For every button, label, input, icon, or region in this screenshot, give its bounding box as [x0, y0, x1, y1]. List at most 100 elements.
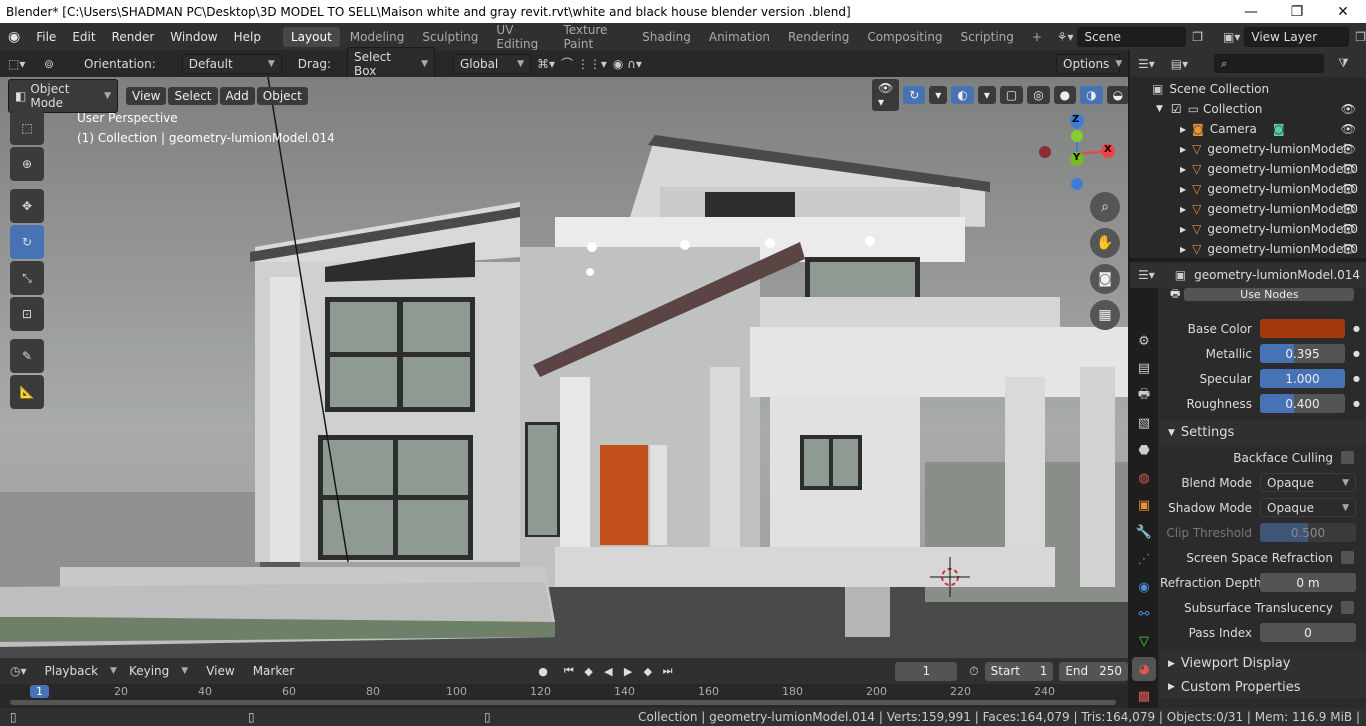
timeline-scrollbar[interactable]	[10, 700, 1116, 705]
scene-selector[interactable]: Scene	[1077, 26, 1187, 47]
transform-orientation-dropdown[interactable]: Global ▼	[452, 53, 531, 74]
blend-mode-dropdown[interactable]: Opaque ▼	[1260, 473, 1356, 492]
viewport-menu-select[interactable]: Select	[168, 87, 218, 105]
close-button[interactable]: ✕	[1320, 0, 1366, 23]
eye-icon[interactable]: 👁	[1341, 202, 1356, 216]
play-reverse-icon[interactable]: ◀	[601, 663, 615, 679]
keyframe-dot-icon[interactable]: ●	[1353, 324, 1360, 333]
specular-slider[interactable]: 1.000	[1260, 369, 1345, 388]
expand-arrow-icon[interactable]: ▶	[1180, 205, 1186, 214]
keyframe-dot-icon[interactable]: ●	[1353, 399, 1360, 408]
gizmo-toggle-icon[interactable]: ↻	[903, 86, 926, 104]
eye-icon[interactable]: 👁	[1341, 142, 1356, 156]
visibility-icon[interactable]: 👁▾	[872, 79, 900, 111]
falloff-icon[interactable]: ◉ ∩▾	[613, 57, 642, 71]
prev-keyframe-icon[interactable]: ◆	[582, 663, 596, 679]
backface-culling-checkbox[interactable]	[1341, 451, 1354, 464]
physics-tab-icon[interactable]: ◉	[1132, 576, 1156, 599]
jump-end-icon[interactable]: ⏭	[661, 663, 675, 679]
zoom-icon[interactable]: ⌕	[1090, 192, 1120, 222]
copy-view-layer-icon[interactable]: ❐	[1355, 30, 1366, 44]
viewport-menu-object[interactable]: Object	[256, 87, 308, 105]
start-frame-field[interactable]: Start 1	[984, 661, 1054, 681]
eye-icon[interactable]: 👁	[1341, 242, 1356, 256]
current-frame-field[interactable]: 1	[895, 661, 958, 681]
outliner-item-mesh[interactable]: ▶ ▽ geometry-lumionModel.0 👁	[1130, 159, 1366, 179]
refraction-depth-field[interactable]: 0 m	[1260, 573, 1356, 592]
outliner-item-mesh[interactable]: ▶ ▽ geometry-lumionModel.0 👁	[1130, 199, 1366, 219]
output-tab-icon[interactable]: 🖶	[1132, 385, 1156, 408]
outliner-item-mesh[interactable]: ▶ ▽ geometry-lumionModel.0 👁	[1130, 239, 1366, 259]
screen-space-refraction-checkbox[interactable]	[1341, 551, 1354, 564]
eye-icon[interactable]: 👁	[1341, 102, 1356, 116]
options-dropdown[interactable]: Options ▼	[1056, 53, 1122, 74]
constraints-tab-icon[interactable]: ⚯	[1132, 603, 1156, 626]
eye-icon[interactable]: 👁	[1341, 122, 1356, 136]
outliner-item-camera[interactable]: ▶ ◙ Camera ◙ 👁	[1130, 119, 1366, 139]
settings-panel-header[interactable]: ▼ Settings	[1160, 420, 1366, 445]
outliner-search-input[interactable]: ⌕	[1214, 54, 1325, 73]
outliner-scene-collection[interactable]: ▣ Scene Collection	[1130, 79, 1366, 99]
outliner-item-mesh[interactable]: ▶ ▽ geometry-lumionModel 👁	[1130, 139, 1366, 159]
solid-shading-icon[interactable]: ●	[1053, 86, 1077, 104]
gizmo-dropdown-icon[interactable]: ▾	[929, 86, 948, 104]
camera-view-icon[interactable]: ◙	[1090, 264, 1120, 294]
menu-file[interactable]: File	[28, 30, 64, 44]
modifier-tab-icon[interactable]: 🔧	[1132, 521, 1156, 544]
tab-animation[interactable]: Animation	[701, 27, 778, 47]
maximize-button[interactable]: ❐	[1274, 0, 1320, 23]
annotate-tool[interactable]: ✎	[10, 339, 44, 373]
tab-uv-editing[interactable]: UV Editing	[488, 20, 553, 54]
subsurface-translucency-row[interactable]: Subsurface Translucency	[1160, 595, 1366, 620]
viewport-menu-view[interactable]: View	[126, 87, 167, 105]
menu-window[interactable]: Window	[162, 30, 225, 44]
cursor-tool[interactable]: ⊕	[10, 147, 44, 181]
ortho-grid-icon[interactable]: ▦	[1090, 300, 1120, 330]
mesh-data-tab-icon[interactable]: ▽	[1132, 630, 1156, 653]
add-workspace-icon[interactable]: +	[1024, 27, 1050, 47]
viewport-display-panel[interactable]: ▶ Viewport Display	[1160, 651, 1366, 676]
material-shading-icon[interactable]: ◑	[1080, 86, 1103, 104]
keyframe-dot-icon[interactable]: ●	[1353, 349, 1360, 358]
display-mode-icon[interactable]: ▤▾	[1171, 57, 1188, 71]
mode-dropdown[interactable]: ◧ Object Mode ▼	[8, 79, 118, 113]
eye-icon[interactable]: 👁	[1341, 222, 1356, 236]
expand-arrow-icon[interactable]: ▶	[1180, 165, 1186, 174]
object-tab-icon[interactable]: ▣	[1132, 494, 1156, 517]
playhead[interactable]: 1	[30, 685, 49, 698]
outliner-item-mesh[interactable]: ▶ ▽ geometry-lumionModel.0 👁	[1130, 179, 1366, 199]
tab-texture-paint[interactable]: Texture Paint	[555, 20, 632, 54]
viewport-menu-add[interactable]: Add	[219, 87, 255, 105]
base-color-swatch[interactable]	[1260, 319, 1345, 338]
filter-icon[interactable]: ⧩	[1338, 56, 1349, 71]
pivot-icon[interactable]: ⊚	[44, 57, 78, 71]
tab-shading[interactable]: Shading	[634, 27, 699, 47]
timeline-menu-playback[interactable]: Playback	[45, 664, 99, 678]
view-layer-selector[interactable]: View Layer	[1244, 26, 1350, 47]
expand-arrow-icon[interactable]: ▶	[1180, 225, 1186, 234]
screen-space-refraction-row[interactable]: Screen Space Refraction	[1160, 545, 1366, 570]
tab-modeling[interactable]: Modeling	[342, 27, 413, 47]
clip-threshold-slider[interactable]: 0.500	[1260, 523, 1356, 542]
select-tool-icon[interactable]: ⬚▾	[8, 57, 38, 71]
expand-arrow-icon[interactable]: ▼	[1156, 104, 1163, 114]
next-keyframe-icon[interactable]: ◆	[641, 663, 655, 679]
keyframe-dot-icon[interactable]: ●	[1353, 374, 1360, 383]
view-layer-tab-icon[interactable]: ▧	[1132, 412, 1156, 435]
play-icon[interactable]: ▶	[621, 663, 635, 679]
editor-type-icon[interactable]: ☰▾	[1138, 57, 1155, 71]
record-icon[interactable]: ●	[536, 663, 550, 679]
rendered-shading-icon[interactable]: ◒	[1106, 86, 1128, 104]
scale-tool[interactable]: ⤡	[10, 261, 44, 295]
end-frame-field[interactable]: End 250	[1059, 661, 1129, 681]
timeline-menu-view[interactable]: View	[206, 664, 234, 678]
wireframe-shading-icon[interactable]: ◎	[1027, 86, 1050, 104]
blender-logo-icon[interactable]: ◉	[0, 29, 28, 45]
menu-edit[interactable]: Edit	[64, 30, 103, 44]
expand-arrow-icon[interactable]: ▶	[1180, 145, 1186, 154]
tab-sculpting[interactable]: Sculpting	[414, 27, 486, 47]
tab-compositing[interactable]: Compositing	[859, 27, 950, 47]
pan-hand-icon[interactable]: ✋	[1090, 228, 1120, 258]
roughness-slider[interactable]: 0.400	[1260, 394, 1345, 413]
scene-icon[interactable]: ⚘▾	[1057, 30, 1074, 44]
